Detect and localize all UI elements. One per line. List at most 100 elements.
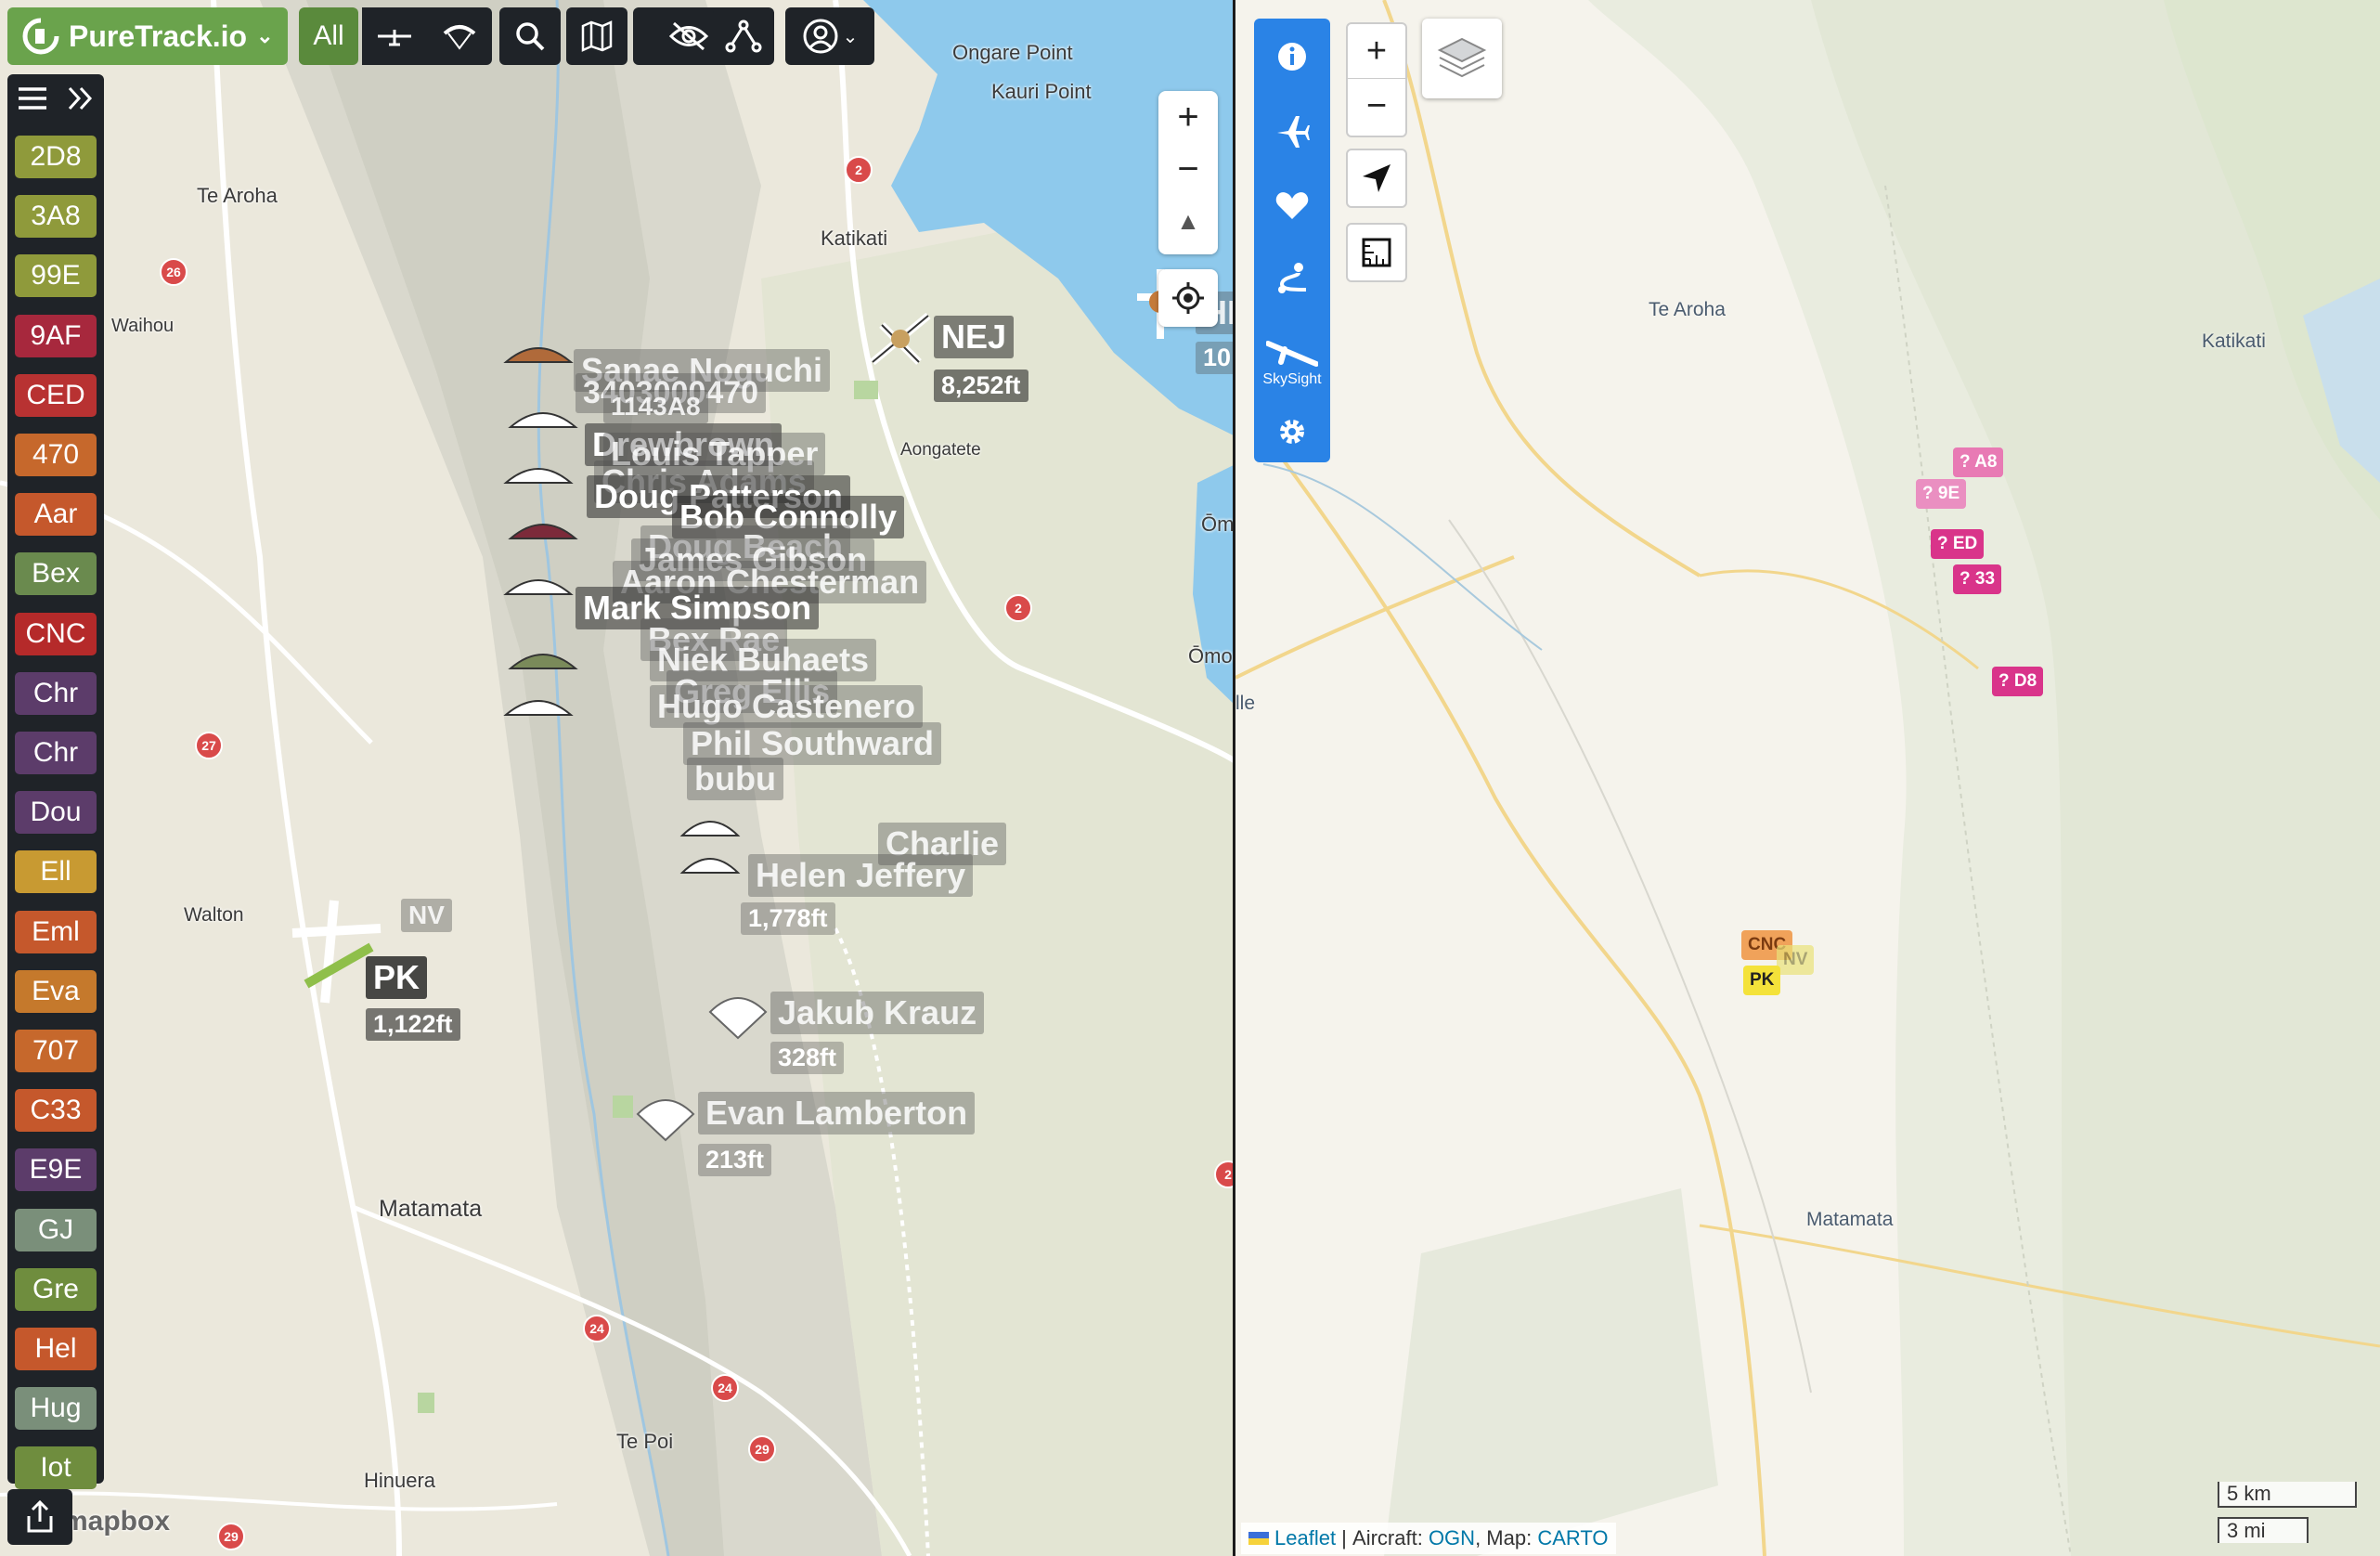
tracker-marker[interactable]: ? ED — [1931, 529, 1985, 559]
place-te-aroha: Te Aroha — [1649, 299, 1726, 320]
tracked-item-tag[interactable]: Iot — [15, 1446, 97, 1490]
tracked-item-tag[interactable]: Chr — [15, 671, 97, 715]
skysight-button[interactable]: SkySight — [1254, 325, 1330, 399]
right-locate-button[interactable] — [1346, 149, 1407, 208]
right-zoom-out-button[interactable]: − — [1348, 79, 1405, 133]
carto-link[interactable]: CARTO — [1537, 1526, 1608, 1550]
aircraft-label-pk[interactable]: PK — [366, 956, 428, 999]
chevron-down-icon: ⌄ — [842, 25, 859, 47]
tracked-item-tag[interactable]: E9E — [15, 1148, 97, 1192]
tracked-item-tag[interactable]: 707 — [15, 1030, 97, 1072]
road-shield: 24 — [711, 1374, 739, 1402]
gear-icon — [1280, 420, 1304, 444]
tracked-item-tag[interactable]: GJ — [15, 1208, 97, 1251]
settings-button[interactable] — [1254, 408, 1330, 455]
right-zoom-in-button[interactable]: + — [1348, 24, 1405, 79]
expand-chevrons-icon[interactable] — [67, 85, 95, 111]
place-omo: Ōmo — [1188, 644, 1233, 668]
filter-all-button[interactable]: All — [299, 7, 358, 65]
pilot-label[interactable]: 1143A8 — [603, 390, 708, 423]
aircraft-list-button[interactable] — [1254, 108, 1330, 154]
place-matamata: Matamata — [379, 1196, 483, 1222]
app-logo-menu[interactable]: PureTrack.io ⌄ — [7, 7, 288, 65]
place-katikati: Katikati — [2202, 331, 2266, 352]
tracker-marker[interactable]: ? 9E — [1916, 479, 1967, 509]
paraglider-icon[interactable] — [678, 808, 743, 891]
paraglider-icon[interactable] — [705, 984, 770, 1040]
tracked-item-tag[interactable]: Gre — [15, 1267, 97, 1311]
network-button[interactable] — [713, 7, 774, 65]
map-attribution: Leaflet | Aircraft: OGN, Map: CARTO — [1241, 1523, 1616, 1554]
tracker-marker[interactable]: ? A8 — [1953, 447, 2004, 477]
tracked-item-tag[interactable]: Aar — [15, 493, 97, 537]
place-te-poi: Te Poi — [616, 1430, 674, 1453]
tracked-item-tag[interactable]: CNC — [15, 612, 97, 655]
pilot-label[interactable]: bubu — [687, 758, 783, 800]
pilot-label[interactable]: Helen Jeffery — [748, 854, 974, 897]
place-waihou: Waihou — [111, 316, 175, 336]
aircraft-icon[interactable] — [863, 306, 938, 371]
alt-hi: 10 — [1196, 342, 1235, 374]
aircraft-label-nv[interactable]: NV — [401, 899, 452, 932]
tracked-item-tag[interactable]: 99E — [15, 254, 97, 298]
map-button[interactable] — [566, 7, 627, 65]
left-zoom-controls: + − ▲ — [1158, 91, 1218, 254]
tracked-item-tag[interactable]: Dou — [15, 791, 97, 835]
place-partial: lle — [1235, 693, 1256, 714]
road-shield: 27 — [195, 732, 223, 759]
skysight-glider-icon — [1266, 341, 1318, 367]
pilot-label[interactable]: Jakub Krauz — [770, 992, 985, 1034]
leaflet-link[interactable]: Leaflet — [1274, 1526, 1336, 1550]
tracker-marker[interactable]: ? D8 — [1992, 667, 2044, 696]
tracker-marker[interactable]: PK — [1743, 966, 1781, 995]
right-ruler-button[interactable] — [1346, 223, 1407, 282]
tracked-item-tag[interactable]: Eml — [15, 910, 97, 953]
scale-mi: 3 mi — [2218, 1517, 2309, 1543]
map-icon — [581, 20, 613, 52]
paraglider-icon[interactable] — [501, 334, 585, 724]
skysight-panel: SkySight — [1254, 19, 1330, 462]
geolocate-button[interactable] — [1158, 269, 1218, 327]
tracked-item-tag[interactable]: CED — [15, 373, 97, 417]
route-button[interactable] — [1254, 254, 1330, 301]
compass-button[interactable]: ▲ — [1158, 195, 1218, 247]
place-matamata: Matamata — [1806, 1209, 1894, 1230]
road-shield: 2 — [1004, 594, 1032, 622]
tracker-marker[interactable]: ? 33 — [1953, 564, 2002, 594]
tracked-item-tag[interactable]: 3A8 — [15, 195, 97, 239]
place-katikati: Katikati — [821, 227, 888, 250]
glider-filter-button[interactable] — [362, 7, 492, 65]
layers-button[interactable] — [1422, 19, 1502, 98]
tracked-item-tag[interactable]: Eva — [15, 969, 97, 1013]
alt-jakub: 328ft — [770, 1042, 845, 1074]
favourites-button[interactable] — [1254, 182, 1330, 228]
zoom-out-button[interactable]: − — [1158, 143, 1218, 195]
aircraft-label-nej[interactable]: NEJ — [934, 316, 1015, 358]
tracker-marker[interactable]: NV — [1777, 945, 1815, 975]
road-shield: 2 — [845, 156, 873, 184]
tracked-item-tag[interactable]: Chr — [15, 732, 97, 774]
road-shield: 29 — [748, 1435, 776, 1463]
skysight-label: SkySight — [1262, 371, 1322, 387]
hamburger-menu-icon[interactable] — [17, 85, 48, 111]
tracked-item-tag[interactable]: Bex — [15, 552, 97, 596]
account-button[interactable]: ⌄ — [785, 7, 874, 65]
share-button[interactable] — [7, 1489, 72, 1545]
tracked-item-tag[interactable]: 470 — [15, 434, 97, 476]
info-button[interactable] — [1254, 33, 1330, 80]
zoom-in-button[interactable]: + — [1158, 91, 1218, 143]
tracked-item-tag[interactable]: C33 — [15, 1089, 97, 1133]
tracked-item-tag[interactable]: Hug — [15, 1387, 97, 1431]
tracked-item-tag[interactable]: Ell — [15, 850, 97, 894]
tracked-item-tag[interactable]: 2D8 — [15, 136, 97, 178]
search-button[interactable] — [499, 7, 561, 65]
tracked-list-sidebar: 2D8 3A8 99E 9AF CED 470 Aar Bex CNC Chr Chr Dou Ell E… — [7, 74, 104, 1490]
ogn-link[interactable]: OGN — [1429, 1526, 1475, 1550]
pilot-label[interactable]: Evan Lamberton — [698, 1092, 976, 1135]
road-shield: 26 — [160, 258, 188, 286]
tracked-item-tag[interactable]: Hel — [15, 1328, 97, 1370]
crosshair-icon — [1172, 282, 1204, 314]
left-map[interactable]: Ongare Point Kauri Point Te Aroha Katika… — [0, 0, 1235, 1556]
paraglider-icon[interactable] — [633, 1086, 698, 1142]
tracked-item-tag[interactable]: 9AF — [15, 314, 97, 357]
